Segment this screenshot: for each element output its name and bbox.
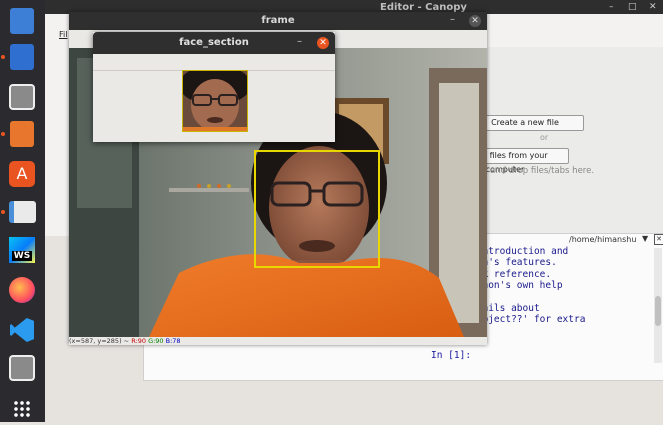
webstorm-label: WS [11, 251, 33, 261]
blue-value: B:78 [165, 337, 181, 345]
running-indicator [1, 55, 5, 59]
console-prompt[interactable]: In [1]: [431, 350, 471, 361]
app-grid-icon[interactable] [6, 393, 38, 425]
webstorm-icon[interactable]: WS [6, 234, 38, 266]
pixel-status-bar: (x=587, y=285) ~ R:90 G:90 B:78 [69, 337, 487, 345]
presentation-icon-glyph [10, 121, 34, 147]
working-directory: /home/himanshu [569, 235, 637, 244]
minimize-icon[interactable]: – [297, 36, 302, 47]
firefox-icon[interactable] [6, 274, 38, 306]
webstorm-icon-glyph: WS [9, 237, 35, 263]
cropped-face-image [182, 70, 248, 132]
menu-file[interactable]: Fil [59, 30, 67, 39]
image-viewer-icon-glyph [9, 84, 35, 110]
running-indicator [1, 132, 5, 136]
presentation-icon[interactable] [6, 118, 38, 150]
software-store-icon[interactable]: A [6, 158, 38, 190]
vscode-icon[interactable] [6, 314, 38, 346]
dropdown-arrow-icon[interactable]: ▼ [642, 234, 648, 243]
maximize-icon[interactable]: □ [628, 2, 637, 12]
close-icon[interactable]: ✕ [317, 37, 329, 49]
close-pane-icon[interactable]: ✕ [654, 234, 663, 245]
cursor-coordinates: (x=587, y=285) ~ [69, 337, 130, 345]
image-viewer-icon[interactable] [6, 81, 38, 113]
console-scroll-thumb[interactable] [655, 296, 661, 326]
screenshot-tool-icon-glyph [10, 8, 34, 34]
minimize-icon[interactable]: – [609, 2, 614, 12]
notes-icon[interactable] [6, 196, 38, 228]
frame-title: frame [261, 15, 295, 26]
close-icon[interactable]: ✕ [649, 2, 657, 12]
red-value: R:90 [131, 337, 146, 345]
close-icon[interactable]: ✕ [469, 15, 481, 27]
text-editor-icon[interactable] [6, 41, 38, 73]
minimize-icon[interactable]: – [450, 14, 455, 25]
app-grid-icon-glyph [13, 400, 31, 418]
notes-icon-glyph [8, 201, 36, 223]
dock: A WS [0, 0, 45, 422]
firefox-icon-glyph [9, 277, 35, 303]
or-label: or [540, 133, 549, 142]
screenshot-tool-icon[interactable] [6, 5, 38, 37]
search-icon-glyph [9, 355, 35, 381]
green-value: G:90 [148, 337, 164, 345]
text-editor-icon-glyph [10, 44, 34, 70]
vscode-icon-glyph [10, 318, 34, 342]
search-icon[interactable] [6, 352, 38, 384]
running-indicator [1, 210, 5, 214]
face-section-window: face_section – ✕ [93, 32, 335, 142]
software-store-icon-glyph: A [9, 161, 35, 187]
welcome-panel [485, 47, 663, 236]
